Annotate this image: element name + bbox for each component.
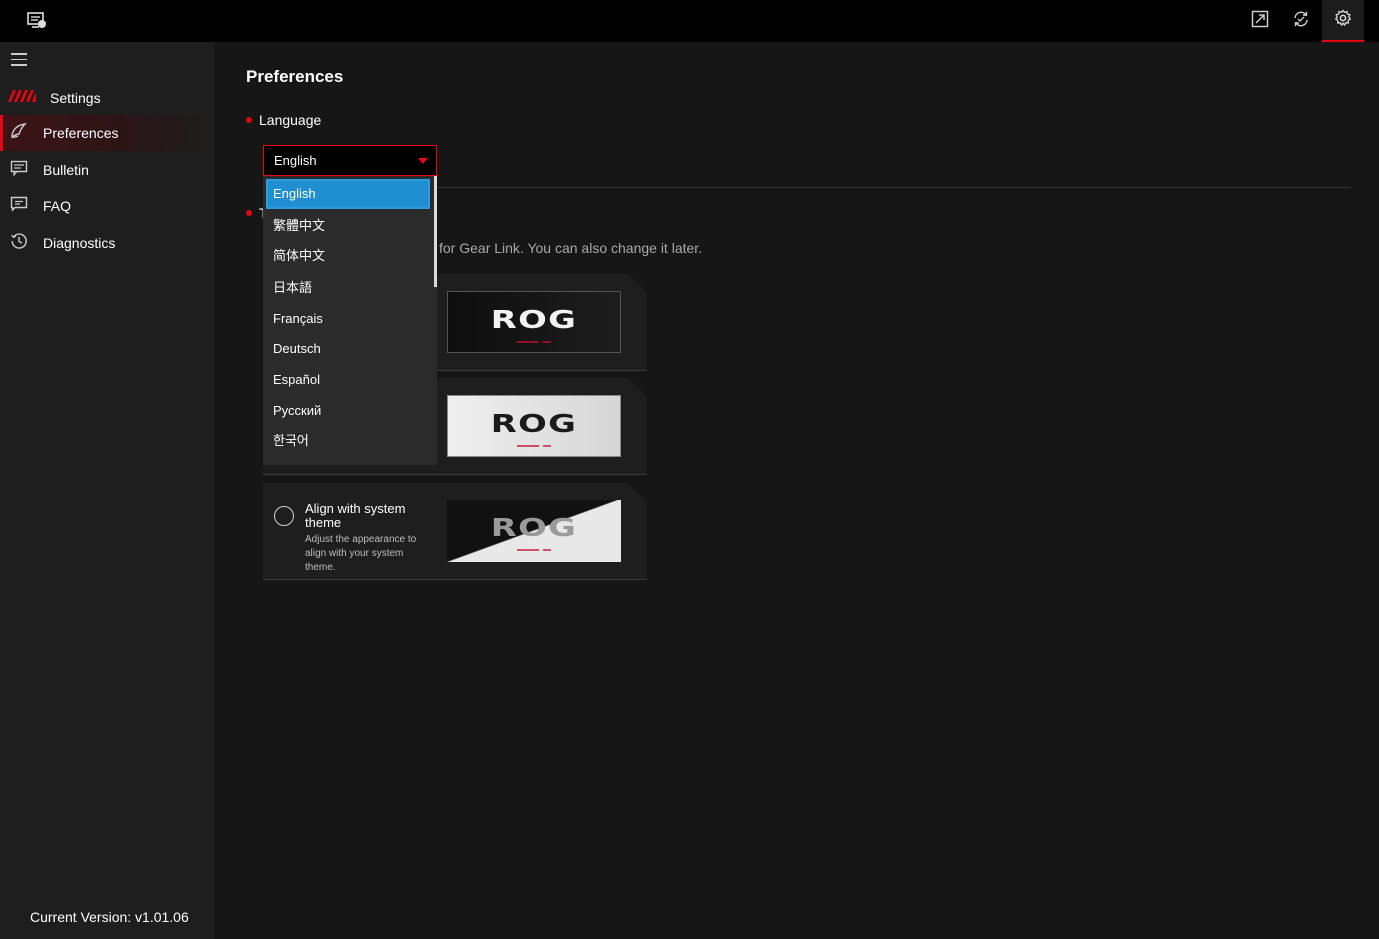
sidebar-item-bulletin[interactable]: Bulletin <box>0 152 214 188</box>
theme-preview-system: ROG <box>447 500 621 562</box>
language-option-english[interactable]: English <box>266 179 430 209</box>
bullet-icon <box>246 117 252 123</box>
language-option-japanese[interactable]: 日本語 <box>266 273 430 303</box>
theme-option-system[interactable]: Align with system theme Adjust the appea… <box>263 483 647 580</box>
language-option-german[interactable]: Deutsch <box>266 334 430 364</box>
history-icon <box>10 232 28 255</box>
sidebar-item-label: Preferences <box>43 125 119 141</box>
menu-icon[interactable] <box>11 53 27 67</box>
bulletin-icon <box>10 160 28 181</box>
version-label: Current Version: v1.01.06 <box>30 909 189 925</box>
language-option-simplified-chinese[interactable]: 简体中文 <box>266 241 430 271</box>
language-option-russian[interactable]: Русский <box>266 396 430 426</box>
expand-button[interactable] <box>1239 0 1281 42</box>
refresh-icon <box>1292 10 1310 33</box>
sidebar-item-faq[interactable]: FAQ <box>0 188 214 224</box>
title-bar <box>0 0 1379 42</box>
faq-icon <box>10 196 28 217</box>
language-option-korean[interactable]: 한국어 <box>266 426 430 456</box>
sidebar-item-label: FAQ <box>43 198 72 214</box>
language-dropdown-list: English 繁體中文 简体中文 日本語 Français Deutsch E… <box>263 176 437 465</box>
theme-option-title: Align with system theme <box>305 501 406 530</box>
rog-logo: ROG <box>490 513 578 542</box>
palette-icon <box>10 122 28 145</box>
chevron-down-icon <box>418 158 428 164</box>
rog-logo: ROG <box>490 305 578 334</box>
theme-preview-light: ROG <box>447 395 621 457</box>
settings-button[interactable] <box>1322 0 1364 42</box>
rog-stripes-icon <box>8 89 36 107</box>
theme-radio-system[interactable] <box>274 506 294 526</box>
app-monitor-icon <box>26 11 48 31</box>
language-select-value: English <box>274 153 317 168</box>
language-label: Language <box>259 112 322 128</box>
sidebar-item-label: Bulletin <box>43 162 89 178</box>
settings-header: Settings <box>8 86 101 110</box>
sidebar: Settings Preferences Bulletin FAQ Diagno… <box>0 42 214 939</box>
language-select[interactable]: English <box>263 145 437 176</box>
settings-title: Settings <box>50 90 101 106</box>
dropdown-scrollbar[interactable] <box>434 176 437 287</box>
expand-icon <box>1251 10 1269 33</box>
theme-description: for Gear Link. You can also change it la… <box>439 240 703 256</box>
language-option-french[interactable]: Français <box>266 304 430 334</box>
page-title: Preferences <box>246 67 344 86</box>
language-section-header: Language <box>246 112 321 128</box>
theme-option-description: Adjust the appearance to align with your… <box>305 534 417 573</box>
language-option-spanish[interactable]: Español <box>266 365 430 395</box>
sidebar-item-preferences[interactable]: Preferences <box>0 115 214 151</box>
theme-preview-dark: ROG <box>447 291 621 353</box>
sidebar-item-label: Diagnostics <box>43 235 116 251</box>
language-option-traditional-chinese[interactable]: 繁體中文 <box>266 211 430 241</box>
gear-icon <box>1334 8 1352 32</box>
bullet-icon <box>246 210 252 216</box>
rog-logo: ROG <box>490 409 578 438</box>
sidebar-item-diagnostics[interactable]: Diagnostics <box>0 225 214 261</box>
refresh-button[interactable] <box>1280 0 1322 42</box>
